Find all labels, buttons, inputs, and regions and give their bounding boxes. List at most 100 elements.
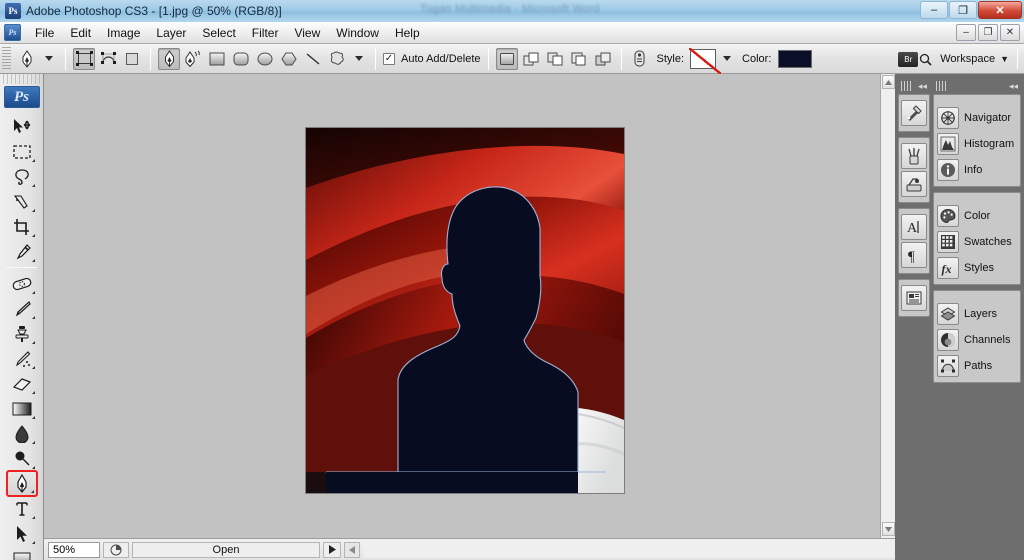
panel-tab-color[interactable]: Color [934, 203, 1020, 229]
crop-tool[interactable] [7, 214, 37, 239]
rectangle-tool-button[interactable] [206, 48, 228, 70]
paths-mode-button[interactable] [97, 48, 119, 70]
minimize-button[interactable]: – [920, 1, 948, 19]
zoom-level-field[interactable]: 50% [48, 541, 100, 558]
history-brush-tool[interactable] [7, 346, 37, 371]
panel-tab-styles[interactable]: fx Styles [934, 255, 1020, 281]
document-sizes-icon[interactable] [103, 541, 129, 558]
eraser-tool[interactable] [7, 371, 37, 396]
healing-brush-tool[interactable] [7, 271, 37, 296]
icon-dock-collapse-icon[interactable]: ◂◂ [918, 81, 927, 91]
tool-preset-chevron-down-icon[interactable] [45, 56, 53, 61]
svg-text:fx: fx [942, 262, 952, 276]
panel-tab-layers[interactable]: Layers [934, 301, 1020, 327]
panel-tab-navigator[interactable]: Navigator [934, 105, 1020, 131]
rectangle-shape-tool[interactable] [7, 546, 37, 560]
polygon-tool-button[interactable] [278, 48, 300, 70]
options-separator-4 [487, 47, 489, 70]
icon-group-tools [898, 94, 930, 132]
workspace-label: Workspace [940, 53, 996, 65]
custom-shape-tool-button[interactable] [326, 48, 348, 70]
menu-edit[interactable]: Edit [62, 24, 99, 42]
menu-image[interactable]: Image [99, 24, 148, 42]
doc-close-button[interactable]: ✕ [1000, 24, 1020, 41]
gradient-tool[interactable] [7, 396, 37, 421]
panel-tab-histogram[interactable]: Histogram [934, 131, 1020, 157]
add-to-path-area-button[interactable] [495, 47, 518, 70]
canvas-horizontal-scrollbar[interactable] [363, 541, 895, 558]
panel-tab-channels[interactable]: Channels [934, 327, 1020, 353]
combine-path-button[interactable] [592, 48, 614, 70]
scroll-down-arrow-icon[interactable] [882, 522, 895, 536]
menu-view[interactable]: View [286, 24, 328, 42]
intersect-path-areas-button[interactable] [544, 48, 566, 70]
brush-tool[interactable] [7, 296, 37, 321]
clone-stamp-tool[interactable] [7, 321, 37, 346]
panel-dock-header[interactable]: ◂◂ [933, 78, 1021, 94]
image-canvas[interactable] [306, 128, 624, 493]
icon-dock-header[interactable]: ◂◂ [898, 78, 930, 94]
eyedropper-tool[interactable] [7, 239, 37, 264]
clone-source-icon[interactable] [901, 171, 927, 197]
line-tool-button[interactable] [302, 48, 324, 70]
menu-window[interactable]: Window [328, 24, 387, 42]
subtract-from-path-area-button[interactable] [520, 48, 542, 70]
path-selection-tool[interactable] [7, 521, 37, 546]
scroll-up-arrow-icon[interactable] [881, 75, 895, 89]
lasso-tool[interactable] [7, 164, 37, 189]
rounded-rectangle-tool-button[interactable] [230, 48, 252, 70]
magic-wand-tool[interactable] [7, 189, 37, 214]
menu-select[interactable]: Select [194, 24, 243, 42]
swatches-icon [937, 231, 959, 253]
freeform-pen-tool-button[interactable] [182, 48, 204, 70]
rectangular-marquee-tool[interactable] [7, 139, 37, 164]
panel-dock-collapse-icon[interactable]: ◂◂ [1009, 81, 1018, 91]
hscroll-left-arrow-icon[interactable] [344, 541, 360, 558]
panel-tab-swatches[interactable]: Swatches [934, 229, 1020, 255]
menu-help[interactable]: Help [387, 24, 428, 42]
tools-palette-grip[interactable] [0, 74, 43, 84]
close-button[interactable]: ✕ [978, 1, 1022, 19]
go-to-bridge-button[interactable]: Br [898, 51, 932, 67]
horizontal-type-tool[interactable] [7, 496, 37, 521]
panel-tab-info[interactable]: Info [934, 157, 1020, 183]
style-chevron-down-icon[interactable] [723, 56, 732, 61]
app-icon: Ps [5, 3, 21, 19]
move-tool[interactable] [7, 114, 37, 139]
exclude-overlapping-path-areas-button[interactable] [568, 48, 590, 70]
dodge-tool[interactable] [7, 446, 37, 471]
blur-tool[interactable] [7, 421, 37, 446]
menu-file[interactable]: File [27, 24, 62, 42]
pen-tool[interactable] [5, 470, 38, 497]
doc-restore-button[interactable]: ❐ [978, 24, 998, 41]
panel-group-bar[interactable] [934, 294, 1020, 301]
panel-group-bar[interactable] [934, 98, 1020, 105]
menu-layer[interactable]: Layer [148, 24, 194, 42]
ellipse-tool-button[interactable] [254, 48, 276, 70]
pen-tool-button[interactable] [158, 47, 180, 70]
brushes-icon[interactable] [901, 143, 927, 169]
custom-shape-chevron-down-icon[interactable] [355, 56, 363, 61]
geometry-options-icon[interactable] [629, 48, 651, 70]
auto-add-delete-checkbox[interactable] [383, 52, 395, 65]
fill-pixels-mode-button[interactable] [121, 48, 143, 70]
paragraph-icon[interactable]: ¶ [901, 242, 927, 268]
panel-dock-grip[interactable] [936, 81, 946, 91]
shape-layers-mode-button[interactable] [73, 47, 95, 70]
character-icon[interactable]: A [901, 214, 927, 240]
style-swatch[interactable] [689, 47, 722, 74]
icon-dock-grip[interactable] [901, 81, 911, 91]
canvas-vertical-scrollbar[interactable] [880, 74, 895, 538]
tools-icon[interactable] [901, 100, 927, 126]
layer-comps-icon[interactable] [901, 285, 927, 311]
status-expand-arrow-icon[interactable] [323, 541, 341, 558]
panel-group-bar[interactable] [934, 196, 1020, 203]
panel-tab-paths[interactable]: Paths [934, 353, 1020, 379]
color-swatch[interactable] [778, 49, 813, 68]
restore-button[interactable]: ❐ [949, 1, 977, 19]
workspace-menu[interactable]: Workspace ▼ [940, 53, 1009, 65]
options-bar-grip[interactable] [2, 46, 11, 71]
menu-filter[interactable]: Filter [244, 24, 287, 42]
doc-minimize-button[interactable]: – [956, 24, 976, 41]
pen-tool-preset-icon[interactable] [16, 48, 38, 70]
